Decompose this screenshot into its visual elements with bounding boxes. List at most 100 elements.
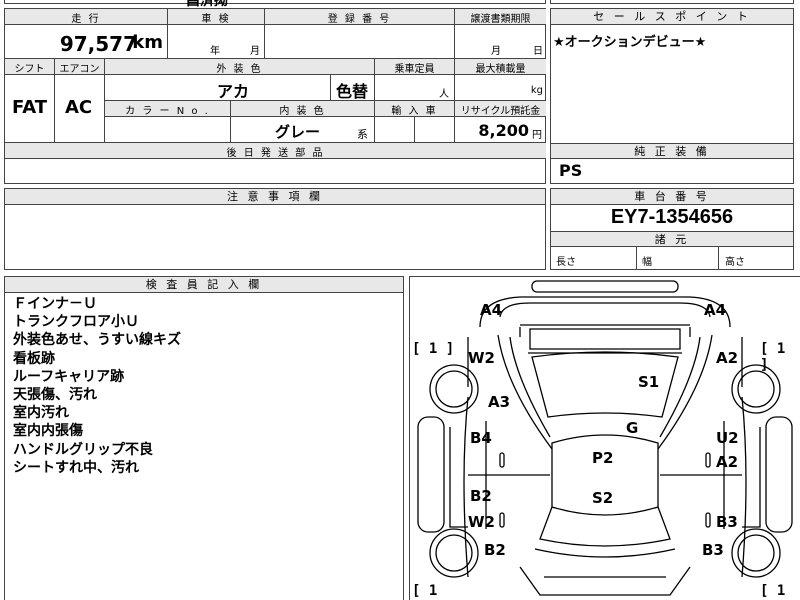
color-no-header: カ ラ ー N o . <box>105 101 231 117</box>
top-partial-right <box>550 0 794 4</box>
remark-line: 外装色あせ、うすい線キズ <box>13 332 181 349</box>
inspector-header: 検 査 員 記 入 欄 <box>5 277 403 293</box>
recycle-cell: 8,200 円 <box>455 117 546 143</box>
damage-code: W2 <box>468 349 495 367</box>
inspection-header: 車 検 <box>168 9 265 25</box>
registration-header: 登 録 番 号 <box>265 9 455 25</box>
shift-value: FAT <box>12 97 48 118</box>
dim-height-label: 高さ <box>725 257 745 268</box>
damage-map: A4 A4 [ 1 ] [ 1 ] W2 A2 S1 A3 G B4 U2 P2… <box>409 276 800 600</box>
remark-line: 室内内張傷 <box>13 423 83 440</box>
capacity-unit: 人 <box>439 89 449 100</box>
damage-code: A3 <box>488 393 511 411</box>
exterior-color-value: アカ <box>217 82 250 101</box>
remark-line: 天張傷、汚れ <box>13 387 97 403</box>
inspector-box: 検 査 員 記 入 欄 Ｆインナ－Ｕ トランクフロア小Ｕ 外装色あせ、うすい線キ… <box>4 276 404 600</box>
damage-code: B4 <box>470 429 492 447</box>
spec-table: 走 行 車 検 登 録 番 号 譲渡書類期限 97,577 km 年 月 月 日… <box>4 8 546 184</box>
damage-code: B3 <box>716 513 738 531</box>
interior-color-cell: グレー 系 <box>231 117 375 143</box>
remark-line: Ｆインナ－Ｕ <box>13 296 97 312</box>
transfer-day-unit: 日 <box>533 46 543 57</box>
damage-code: G <box>626 419 639 437</box>
sales-point-box: セ ー ル ス ポ イ ン ト ★オークションデビュー★ 純 正 装 備 PS <box>550 8 794 184</box>
damage-bracket: [ 1 ] <box>412 341 455 357</box>
shift-header: シフト <box>5 59 55 75</box>
dim-length-cell: 長さ <box>551 247 637 269</box>
import-cell-a <box>375 117 415 143</box>
import-header: 輸 入 車 <box>375 101 455 117</box>
remark-line: 看板跡 <box>13 350 55 367</box>
damage-code: P2 <box>592 449 614 467</box>
inspection-month-unit: 月 <box>250 46 260 57</box>
chassis-header: 車 台 番 号 <box>551 189 793 205</box>
shift-cell: FAT <box>5 75 55 143</box>
remark-line: トランクフロア小Ｕ <box>13 314 139 331</box>
damage-bracket: [ 1 ] <box>760 341 786 373</box>
genuine-equipment-header: 純 正 装 備 <box>551 143 793 159</box>
inspection-year-unit: 年 <box>210 46 220 57</box>
damage-code: U2 <box>716 429 739 447</box>
chassis-value: EY7-1354656 <box>610 206 734 228</box>
shipping-parts-body <box>5 159 546 183</box>
dim-width-cell: 幅 <box>637 247 719 269</box>
interior-color-value: グレー <box>275 123 321 141</box>
registration-cell <box>265 25 455 59</box>
interior-color-suffix: 系 <box>357 128 368 141</box>
inspection-cell: 年 月 <box>168 25 265 59</box>
max-load-header: 最大積載量 <box>455 59 546 75</box>
aircon-value: AC <box>65 97 93 118</box>
capacity-header: 乗車定員 <box>375 59 455 75</box>
capacity-cell: 人 <box>375 75 455 101</box>
recycle-unit: 円 <box>532 130 542 141</box>
aircon-header: エアコン <box>55 59 105 75</box>
mileage-unit: km <box>132 32 163 53</box>
dim-width-label: 幅 <box>642 257 652 268</box>
mileage-cell: 97,577 km <box>5 25 168 59</box>
dim-height-cell: 高さ <box>719 247 793 269</box>
top-partial-row <box>4 0 546 4</box>
notes-box: 注 意 事 項 欄 <box>4 188 546 270</box>
car-outline-diagram <box>417 280 793 596</box>
chassis-box: 車 台 番 号 EY7-1354656 諸 元 長さ 幅 高さ <box>550 188 794 270</box>
damage-code: A2 <box>716 349 739 367</box>
import-cell-b <box>415 117 455 143</box>
damage-code: S1 <box>638 373 660 391</box>
max-load-unit: kg <box>530 85 543 96</box>
damage-code: W2 <box>468 513 495 531</box>
damage-bracket: [ 1 <box>760 583 786 599</box>
mileage-value: 97,577 <box>59 32 137 56</box>
damage-code: B2 <box>484 541 506 559</box>
sales-point-text: ★オークションデビュー★ <box>553 35 707 50</box>
notes-header: 注 意 事 項 欄 <box>5 189 545 205</box>
mileage-header: 走 行 <box>5 9 168 25</box>
damage-code: B2 <box>470 487 492 505</box>
damage-code: S2 <box>592 489 614 507</box>
transfer-header: 譲渡書類期限 <box>455 9 546 25</box>
genuine-equipment-value: PS <box>559 161 583 180</box>
max-load-cell: kg <box>455 75 546 101</box>
sales-point-header: セ ー ル ス ポ イ ン ト <box>551 9 793 25</box>
damage-code: A4 <box>704 301 727 319</box>
repaint-cell: 色替 <box>331 75 375 101</box>
transfer-cell: 月 日 <box>455 25 546 59</box>
interior-color-header: 内 装 色 <box>231 101 375 117</box>
remark-line: 室内汚れ <box>13 405 69 422</box>
remark-line: ハンドルグリップ不良 <box>13 441 153 458</box>
shipping-parts-header: 後 日 発 送 部 品 <box>5 143 546 159</box>
exterior-color-header: 外 装 色 <box>105 59 375 75</box>
repaint-value: 色替 <box>336 82 369 101</box>
damage-code: A4 <box>480 301 503 319</box>
damage-code: B3 <box>702 541 724 559</box>
color-no-cell <box>105 117 231 143</box>
damage-bracket: [ 1 <box>412 583 438 599</box>
remark-line: ルーフキャリア跡 <box>13 368 125 385</box>
recycle-header: リサイクル預託金 <box>455 101 546 117</box>
exterior-color-cell: アカ <box>105 75 331 101</box>
damage-code: A2 <box>716 453 739 471</box>
recycle-value: 8,200 <box>478 121 529 140</box>
remark-line: シートすれ中、汚れ <box>13 459 139 476</box>
dimensions-header: 諸 元 <box>551 231 793 247</box>
transfer-month-unit: 月 <box>491 46 501 57</box>
aircon-cell: AC <box>55 75 105 143</box>
